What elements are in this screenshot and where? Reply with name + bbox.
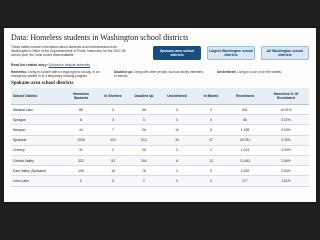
all-districts-button[interactable]: All Washington school districts: [261, 46, 309, 60]
table-cell: 0: [195, 104, 227, 116]
section-title: Spokane-area school districts: [11, 81, 74, 86]
table-cell: 1,188: [227, 124, 263, 136]
table-cell: 3: [97, 114, 129, 126]
table-cell: 302: [97, 135, 129, 146]
table-cell: 8: [65, 114, 97, 126]
table-cell: 31: [65, 145, 97, 156]
table-cell: 513: [129, 135, 159, 146]
table-cell: 9: [195, 165, 227, 177]
table-header-row: School District Homeless Students In She…: [11, 88, 309, 105]
table-cell: 53: [97, 155, 129, 167]
column-header[interactable]: In Motels: [195, 88, 227, 105]
related-story-link[interactable]: Education despite adversity: [49, 63, 90, 67]
table-cell: 0: [195, 175, 227, 187]
table-cell: 3: [159, 104, 195, 116]
table-cell: Central Valley: [11, 155, 65, 167]
table-cell: 277: [227, 175, 263, 187]
table-cell: 88: [65, 104, 97, 116]
table-cell: 28,781: [227, 135, 263, 146]
table-cell: 34: [159, 135, 195, 146]
district-filter-buttons: Spokane-area school districts Largest Wa…: [153, 46, 309, 60]
table-cell: Medical Lake: [11, 104, 65, 116]
table-cell: 1006: [65, 135, 97, 146]
table-cell: 10.61%: [263, 104, 309, 116]
intro-text: These tables contain information about s…: [11, 45, 126, 58]
table-cell: 0: [159, 175, 195, 187]
table-cell: 3: [159, 145, 195, 156]
table-cell: 2: [159, 165, 195, 177]
table-row: Sprague 8 3 5 0 0 86 9.02%: [11, 114, 309, 126]
table-cell: 3: [97, 104, 129, 116]
table-cell: East Valley (Spokane): [11, 165, 65, 177]
table-cell: 1,024: [227, 145, 263, 156]
table-cell: 47: [195, 135, 227, 146]
table-cell: 5: [195, 124, 227, 136]
definition-homeless: Homeless: Living in a place with no lega…: [11, 70, 100, 78]
related-story: Read the related story: Education despit…: [11, 63, 309, 67]
table-cell: 0: [195, 114, 227, 126]
table-cell: 0: [159, 114, 195, 126]
column-header[interactable]: Homeless Students: [65, 88, 97, 105]
table-cell: 86: [227, 114, 263, 126]
table-row: Spokane 1006 302 513 34 47 28,781 3.39%: [11, 135, 309, 146]
table-cell: 26: [129, 124, 159, 136]
table-cell: 264: [129, 155, 159, 167]
column-header[interactable]: Unsheltered: [159, 88, 195, 105]
column-header[interactable]: In Shelters: [97, 88, 129, 105]
table-cell: 0: [97, 145, 129, 156]
definition-doubled-up: Doubled up: Living with other people, su…: [114, 70, 204, 78]
table-cell: 3.39%: [263, 135, 309, 146]
definition-unsheltered: Unsheltered: Living in a car or on the s…: [217, 70, 282, 74]
related-label: Read the related story:: [11, 63, 48, 67]
column-header[interactable]: Doubled Up: [129, 88, 159, 105]
table-cell: 44: [65, 124, 97, 136]
largest-districts-button[interactable]: Largest Washington school districts: [207, 46, 255, 60]
table-cell: 7: [97, 124, 129, 136]
table-cell: 26: [129, 145, 159, 156]
table-cell: 841: [227, 104, 263, 116]
table-cell: 1.81%: [263, 175, 309, 187]
table-cell: 106: [65, 165, 97, 177]
table-cell: 2.66%: [263, 155, 309, 167]
table-row: Newport 44 7 26 10 5 1,188 3.63%: [11, 124, 309, 136]
table-cell: 10: [159, 124, 195, 136]
table-cell: 13: [195, 155, 227, 167]
table-row: Loon Lake 5 3 2 0 0 277 1.81%: [11, 175, 309, 187]
table-cell: 2: [195, 145, 227, 156]
table-cell: 16: [97, 165, 129, 177]
table-cell: 5: [129, 114, 159, 126]
table-cell: 2.53%: [263, 165, 309, 177]
district-table: School District Homeless Students In She…: [11, 88, 309, 187]
table-cell: 9.02%: [263, 114, 309, 126]
table-cell: Sprague: [11, 114, 65, 126]
table-cell: 66: [129, 104, 159, 116]
table-row: Central Valley 332 53 264 6 13 12,483 2.66%: [11, 155, 309, 167]
table-cell: 332: [65, 155, 97, 167]
table-cell: 4,182: [227, 165, 263, 177]
table-cell: Loon Lake: [11, 175, 65, 187]
table-row: Cheney 31 0 26 3 2 1,024 3.03%: [11, 145, 309, 156]
column-header[interactable]: Enrollment: [227, 88, 263, 105]
column-header[interactable]: School District: [11, 88, 65, 105]
spokane-area-button[interactable]: Spokane-area school districts: [153, 46, 201, 60]
table-cell: 5: [65, 175, 97, 187]
definitions: Homeless: Living in a place with no lega…: [11, 70, 309, 78]
table-cell: Newport: [11, 124, 65, 136]
table-cell: Cheney: [11, 145, 65, 156]
table-cell: 12,483: [227, 155, 263, 167]
page-title: Data: Homeless students in Washington sc…: [11, 33, 189, 42]
table-cell: 3.63%: [263, 124, 309, 136]
slide: Data: Homeless students in Washington sc…: [4, 28, 316, 202]
table-cell: 6: [159, 155, 195, 167]
table-cell: Spokane: [11, 135, 65, 146]
table-cell: 3.03%: [263, 145, 309, 156]
column-header[interactable]: Homeless % Of Enrollment: [263, 88, 309, 105]
table-row: Medical Lake 88 3 66 3 0 841 10.61%: [11, 104, 309, 116]
table-cell: 76: [129, 165, 159, 177]
table-cell: 2: [129, 175, 159, 187]
table-cell: 3: [97, 175, 129, 187]
table-row: East Valley (Spokane) 106 16 76 2 9 4,182 2.53%: [11, 165, 309, 177]
